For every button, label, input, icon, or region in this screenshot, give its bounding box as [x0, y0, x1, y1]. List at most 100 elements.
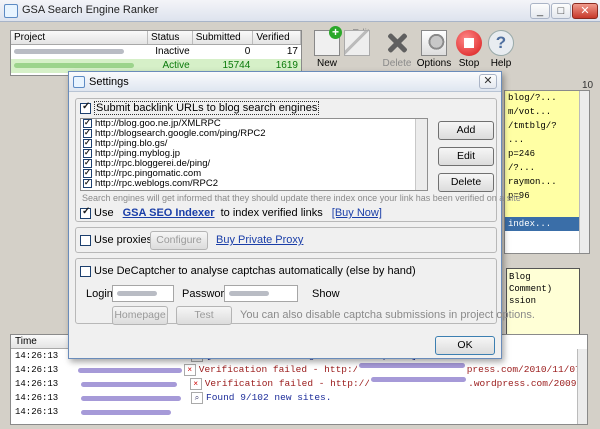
list-item[interactable]: ...: [505, 133, 589, 147]
log-row[interactable]: 14:26:13: [11, 405, 587, 419]
decaptcher-checkbox[interactable]: [80, 265, 91, 277]
url-checkbox[interactable]: [83, 168, 92, 178]
submit-backlink-checkbox[interactable]: [80, 101, 91, 114]
show-password-toggle[interactable]: Show: [312, 288, 340, 300]
list-item[interactable]: http://rpc.weblogs.com/RPC2: [81, 178, 427, 189]
search-icon: ⌕: [191, 392, 203, 404]
edit-url-button[interactable]: Edit: [438, 147, 494, 166]
list-item[interactable]: blog/?...: [505, 91, 589, 105]
delete-url-button[interactable]: Delete: [438, 173, 494, 192]
url-checkbox[interactable]: [83, 178, 92, 188]
list-item[interactable]: m/vot...: [505, 105, 589, 119]
url-list-scrollbar[interactable]: [579, 91, 589, 253]
url-checkbox[interactable]: [83, 138, 92, 148]
add-url-button[interactable]: Add: [438, 121, 494, 140]
log-scrollbar[interactable]: [577, 349, 587, 424]
log-row[interactable]: 14:26:13 ⌕ Found 9/102 new sites.: [11, 391, 587, 405]
stop-label: Stop: [458, 58, 480, 69]
list-item[interactable]: raymon...: [505, 175, 589, 189]
new-label: New: [316, 58, 337, 69]
error-icon: ×: [183, 364, 196, 376]
configure-button[interactable]: Configure: [150, 231, 208, 250]
url-checkbox[interactable]: [83, 119, 92, 128]
homepage-button[interactable]: Homepage: [112, 306, 168, 325]
delete-label: Delete: [382, 58, 412, 69]
log-text: Verification failed - http://: [198, 364, 358, 375]
window-titlebar: GSA Search Engine Ranker _ □ ✕: [0, 0, 600, 22]
maximize-button[interactable]: □: [551, 3, 571, 19]
stop-button[interactable]: Stop: [452, 28, 486, 69]
edit-button[interactable]: Edit: [344, 28, 378, 56]
minimize-button[interactable]: _: [530, 3, 550, 19]
edit-icon: [344, 30, 370, 56]
project-name-redacted: [11, 45, 148, 59]
submit-backlink-label: Submit backlink URLs to blog search engi…: [94, 101, 320, 115]
log-text: Verification failed - http://: [204, 378, 369, 389]
help-button[interactable]: ? Help: [484, 28, 518, 69]
proxy-group: Use proxies Configure Buy Private Proxy: [75, 227, 497, 253]
list-item-selected[interactable]: index...: [505, 217, 589, 231]
buy-now-link[interactable]: [Buy Now]: [332, 207, 382, 219]
list-item[interactable]: [505, 231, 589, 245]
log-source-redacted: [80, 377, 190, 391]
use-indexer-checkbox[interactable]: [80, 206, 91, 219]
log-time: 14:26:13: [15, 393, 59, 403]
ok-button[interactable]: OK: [435, 336, 495, 355]
decaptcher-group: Use DeCaptcher to analyse captchas autom…: [75, 258, 535, 325]
use-proxies-checkbox[interactable]: [80, 234, 91, 246]
url-list-scrollbar[interactable]: [415, 119, 427, 190]
project-status: Inactive: [155, 46, 190, 57]
project-table[interactable]: Project Status Submitted Verified Inacti…: [10, 30, 302, 76]
seo-indexer-link[interactable]: GSA SEO Indexer: [123, 207, 215, 219]
project-verified: 17: [286, 46, 298, 57]
delete-button[interactable]: Delete: [380, 28, 414, 69]
tooltip-line: ssion: [509, 296, 537, 306]
help-label: Help: [490, 58, 512, 69]
header-status[interactable]: Status: [148, 31, 193, 44]
url-checkbox[interactable]: [83, 148, 92, 158]
url-list-panel[interactable]: blog/?... m/vot... /tmtblg/? ... p=246 /…: [504, 90, 590, 254]
error-icon: ×: [189, 378, 202, 390]
log-text-suffix: .wordpress.com/2009/0: [468, 378, 587, 389]
new-button[interactable]: New: [310, 26, 344, 69]
captcha-disable-note: You can also disable captcha submissions…: [240, 309, 535, 321]
settings-close-button[interactable]: ✕: [479, 74, 497, 89]
log-source-redacted: [81, 391, 191, 405]
login-label: Login: [86, 288, 113, 300]
password-input[interactable]: [224, 285, 298, 302]
project-submitted: 0: [244, 46, 251, 57]
test-button[interactable]: Test: [176, 306, 232, 325]
url-checkbox[interactable]: [83, 128, 92, 138]
blog-search-group: Submit backlink URLs to blog search engi…: [75, 98, 521, 222]
use-label: Use: [94, 207, 114, 219]
log-row[interactable]: 14:26:13 × Verification failed - http://…: [11, 377, 587, 391]
table-row[interactable]: Inactive 0 17: [11, 45, 301, 59]
url-redacted: [370, 377, 467, 382]
header-submitted[interactable]: Submitted: [193, 31, 254, 44]
url-redacted: [359, 363, 465, 368]
new-project-icon: [314, 26, 342, 56]
options-button[interactable]: Options: [414, 28, 454, 69]
log-source-redacted: [78, 363, 183, 377]
log-text: Found 9/102 new sites.: [206, 392, 332, 403]
search-engine-url-list[interactable]: http://blog.goo.ne.jp/XMLRPC http://blog…: [80, 118, 428, 191]
login-input[interactable]: [112, 285, 174, 302]
project-table-header: Project Status Submitted Verified: [11, 31, 301, 45]
log-time: 14:26:13: [15, 379, 59, 389]
use-proxies-option[interactable]: Use proxies: [80, 234, 152, 246]
buy-private-proxy-link[interactable]: Buy Private Proxy: [216, 234, 303, 246]
close-button[interactable]: ✕: [572, 3, 598, 19]
submit-backlink-option[interactable]: Submit backlink URLs to blog search engi…: [80, 101, 320, 115]
indexer-option[interactable]: Use GSA SEO Indexer to index verified li…: [80, 206, 382, 219]
url-checkbox[interactable]: [83, 158, 92, 168]
list-item[interactable]: [505, 203, 589, 217]
options-gear-icon: [421, 30, 447, 56]
list-item[interactable]: p=246: [505, 147, 589, 161]
log-source-redacted: [81, 405, 191, 419]
header-project[interactable]: Project: [11, 31, 148, 44]
header-verified[interactable]: Verified: [253, 31, 301, 44]
decaptcher-option[interactable]: Use DeCaptcher to analyse captchas autom…: [80, 265, 416, 277]
list-item[interactable]: /?...: [505, 161, 589, 175]
list-item[interactable]: /tmtblg/?: [505, 119, 589, 133]
log-row[interactable]: 14:26:13 × Verification failed - http://…: [11, 363, 587, 377]
